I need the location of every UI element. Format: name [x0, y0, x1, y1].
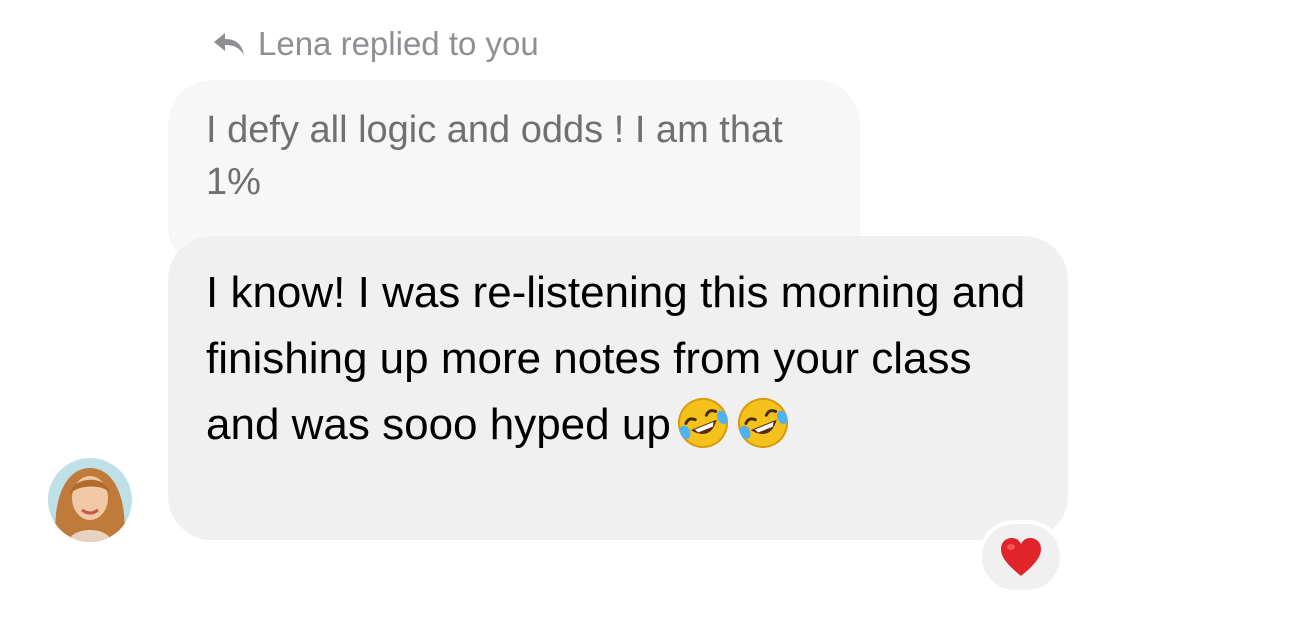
rolling-on-floor-laughing-emoji — [735, 395, 791, 451]
sender-avatar[interactable] — [48, 458, 132, 542]
quoted-message-text: I defy all logic and odds ! I am that 1% — [206, 109, 783, 203]
message-bubble[interactable]: I know! I was re-listening this morning … — [168, 236, 1068, 540]
message-text: I know! I was re-listening this morning … — [206, 268, 1026, 449]
reaction-badge[interactable] — [978, 520, 1064, 594]
message-content: I know! I was re-listening this morning … — [206, 260, 1036, 458]
reply-header-text: Lena replied to you — [258, 25, 539, 62]
reply-arrow-icon — [212, 31, 246, 57]
red-heart-icon — [999, 536, 1043, 578]
rolling-on-floor-laughing-emoji — [675, 395, 731, 451]
reply-header: Lena replied to you — [212, 22, 539, 66]
